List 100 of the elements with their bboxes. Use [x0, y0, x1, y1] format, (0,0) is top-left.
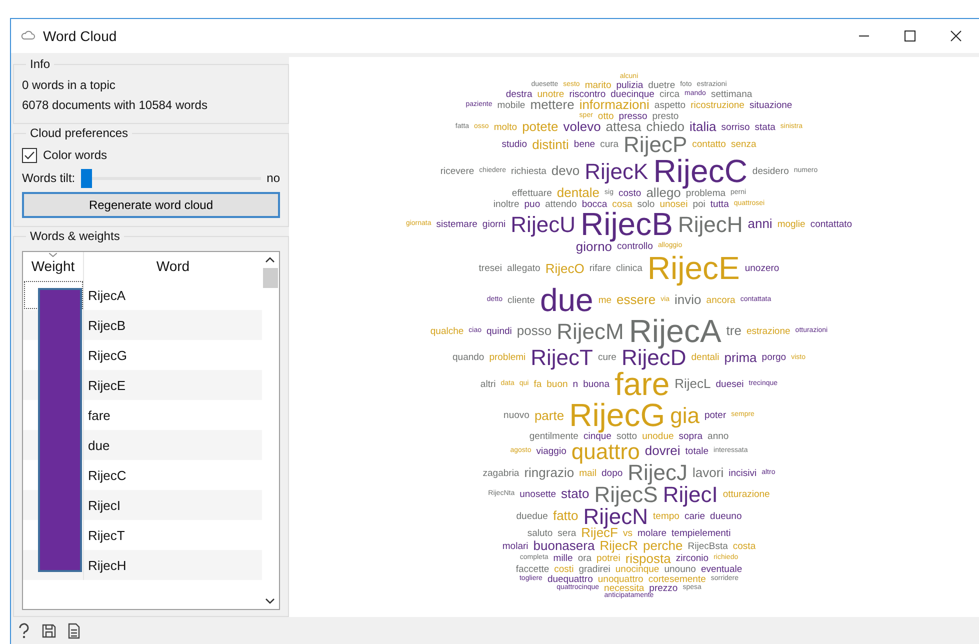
cloud-word: cortesemente [648, 574, 706, 584]
cloud-word: riscontro [569, 90, 606, 100]
window-title: Word Cloud [43, 28, 118, 44]
tilt-slider[interactable] [81, 168, 261, 188]
cloud-word: potrei [596, 554, 620, 564]
cloud-word: moglie [777, 220, 806, 230]
cloud-word: RijecL [674, 378, 711, 391]
cloud-word: RijecG [569, 400, 666, 432]
color-words-checkbox[interactable]: Color words [22, 144, 280, 166]
table-cell-text: RijecG [87, 346, 128, 365]
save-icon[interactable] [41, 623, 57, 639]
cloud-word: totale [685, 447, 709, 456]
cloud-word: settimana [710, 90, 752, 100]
cloud-word: sopra [678, 432, 703, 441]
cloud-word: duequattro [547, 574, 593, 584]
cloud-word: fatto [552, 510, 578, 523]
document-icon[interactable] [67, 623, 81, 639]
slider-label: Words tilt: [22, 171, 76, 185]
cloud-word: mettere [530, 99, 574, 112]
cloud-word: cosa [612, 200, 632, 210]
slider-value: no [266, 171, 280, 185]
cloud-word: carie [684, 512, 706, 521]
cloud-word: quattro [571, 440, 640, 462]
cloud-word: vs [623, 528, 632, 538]
cloud-word: sotto [616, 432, 638, 441]
cloud-word: RijecT [530, 347, 593, 369]
cloud-word: buonasera [533, 540, 595, 553]
cloud-word: rifare [589, 264, 611, 274]
cloud-word: puo [524, 200, 540, 210]
cloud-word: potete [522, 121, 558, 134]
cloud-word: RijecP [624, 134, 688, 156]
regenerate-button[interactable]: Regenerate word cloud [22, 192, 280, 218]
cloud-word: anni [748, 218, 772, 232]
cloud-word: RijecD [621, 347, 686, 369]
cloud-word: circa [659, 90, 680, 100]
cloud-word: tempo [653, 512, 680, 521]
table-cell-text: RijecE [87, 376, 127, 395]
cloud-word: prezzo [649, 584, 678, 594]
cloud-word: costo [618, 188, 642, 198]
cloud-word: pulizia [616, 80, 644, 90]
cloud-word: due [540, 284, 594, 316]
cloud-word: zirconio [676, 554, 709, 564]
cloud-word: mobile [497, 101, 526, 110]
cloud-word: bene [574, 140, 596, 150]
cloud-word: poter [704, 411, 726, 421]
cloud-word: RijecU [510, 214, 576, 236]
cloud-word: richiesta [511, 166, 546, 176]
cloud-word: dovrei [644, 445, 680, 458]
cloud-word: distinti [532, 138, 569, 152]
cloud-word: unosette [520, 490, 556, 500]
cloud-word: ricevere [440, 166, 474, 176]
cloud-word: duetre [648, 80, 676, 90]
cloud-word: mail [579, 468, 596, 478]
cloud-word: stato [561, 488, 590, 502]
cloud-word: nuovo [504, 411, 530, 421]
cloud-word: poi [692, 200, 706, 210]
checkmark-icon [24, 150, 35, 160]
group-title: Cloud preferences [29, 126, 130, 140]
info-text: 0 words in a topic [22, 77, 116, 94]
group-title: Info [29, 57, 52, 71]
cloud-word: giorno [576, 240, 612, 254]
cloud-word: RijecA [628, 316, 722, 348]
cloud-word: giorni [482, 220, 506, 230]
cloud-word: RijecR [600, 540, 638, 553]
cloud-word: cinque [583, 432, 612, 441]
cloud-word: RijecM [556, 320, 624, 342]
info-text: 6078 documents with 10584 words [22, 97, 208, 114]
table-cell-text: RijecC [87, 466, 128, 485]
cloud-word: RijecN [583, 506, 648, 528]
cloud-word: RijecI [662, 484, 718, 506]
cloud-word: quando [452, 353, 484, 363]
cloud-word: unotre [537, 90, 564, 100]
cloud-word: altri [480, 380, 496, 390]
cloud-word: fa [534, 380, 542, 390]
cloud-word: unouno [664, 565, 696, 575]
cloud-word: stata [754, 123, 776, 132]
cloud-word: allegato [507, 264, 540, 274]
column-header[interactable]: Word [84, 252, 262, 280]
cloud-word: zagabria [482, 468, 520, 478]
cloud-word: cura [600, 140, 619, 150]
cloud-word: viaggio [536, 447, 566, 456]
cloud-word: senza [730, 140, 756, 150]
table-cell-text: RijecB [87, 316, 127, 335]
cloud-word: RijecF [581, 527, 618, 540]
cloud-word: RijecC [653, 156, 748, 188]
cloud-word: sorriso [721, 123, 750, 132]
cloud-word: invio [674, 294, 702, 307]
help-icon[interactable] [17, 623, 31, 639]
cloud-word: duesei [716, 380, 744, 390]
cloud-word: unozero [744, 264, 780, 274]
cloud-word: RijecE [647, 253, 740, 285]
cloud-word: duecinque [610, 90, 654, 100]
cloud-word: contatto [692, 140, 726, 150]
cloud-word: attesa [606, 121, 642, 134]
cloud-word: dentale [556, 187, 600, 200]
cloud-word: unosei [660, 200, 688, 210]
column-header[interactable]: Weight [23, 252, 84, 280]
cloud-word: sistemare [436, 220, 478, 230]
scroll-thumb[interactable] [263, 268, 278, 288]
cloud-word: chiedo [646, 121, 685, 134]
